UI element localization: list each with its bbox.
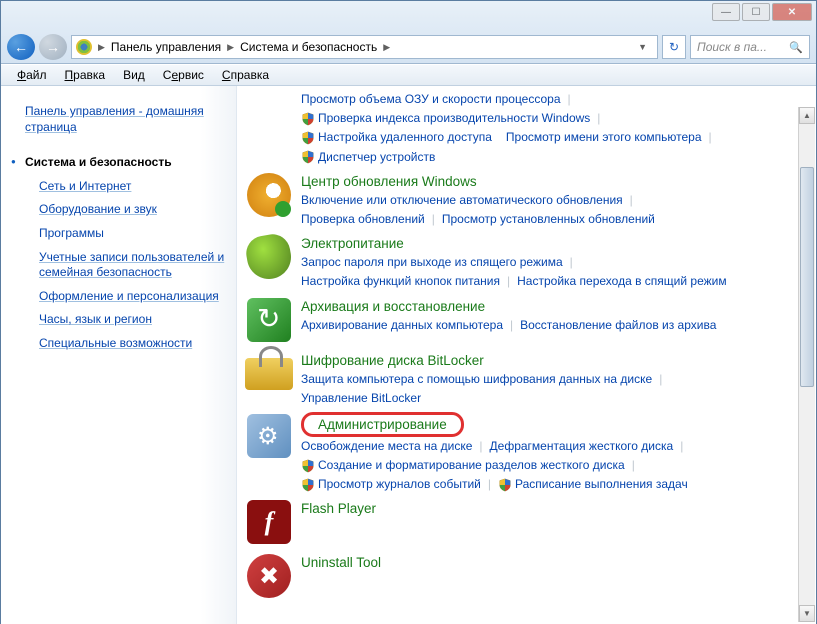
link-computer-name[interactable]: Просмотр имени этого компьютера bbox=[506, 128, 702, 147]
maximize-button[interactable] bbox=[742, 3, 770, 21]
search-input[interactable]: Поиск в па... bbox=[690, 35, 810, 59]
forward-button[interactable]: → bbox=[39, 34, 67, 60]
menu-edit[interactable]: Правка bbox=[57, 66, 114, 84]
menu-view[interactable]: Вид bbox=[115, 66, 153, 84]
section-bitlocker[interactable]: Шифрование диска BitLocker bbox=[301, 350, 484, 370]
link-auto-update[interactable]: Включение или отключение автоматического… bbox=[301, 191, 623, 210]
refresh-button[interactable]: ↻ bbox=[662, 35, 686, 59]
link-device-manager[interactable]: Диспетчер устройств bbox=[318, 148, 435, 167]
section-windows-update[interactable]: Центр обновления Windows bbox=[301, 171, 477, 191]
power-icon bbox=[244, 232, 295, 283]
sidebar: Панель управления - домашняя страница Си… bbox=[1, 86, 237, 624]
breadcrumb-seg-current[interactable]: Система и безопасность bbox=[236, 40, 381, 54]
link-bitlocker-manage[interactable]: Управление BitLocker bbox=[301, 389, 421, 408]
link-performance-index[interactable]: Проверка индекса производительности Wind… bbox=[318, 109, 590, 128]
section-administration[interactable]: Администрирование bbox=[301, 412, 464, 437]
backup-icon bbox=[247, 298, 291, 342]
scrollbar[interactable]: ▲ ▼ bbox=[798, 107, 815, 622]
scroll-thumb[interactable] bbox=[800, 167, 814, 387]
chevron-right-icon[interactable]: ▶ bbox=[381, 42, 392, 53]
section-flash[interactable]: Flash Player bbox=[301, 498, 376, 518]
control-panel-window: ← → ▶ Панель управления ▶ Система и безо… bbox=[0, 0, 817, 624]
sidebar-home[interactable]: Панель управления - домашняя страница bbox=[25, 100, 228, 139]
menu-help[interactable]: Справка bbox=[214, 66, 277, 84]
link-remote-access[interactable]: Настройка удаленного доступа bbox=[318, 128, 492, 147]
minimize-button[interactable] bbox=[712, 3, 740, 21]
link-sleep-settings[interactable]: Настройка перехода в спящий режим bbox=[517, 272, 726, 291]
sidebar-item-programs[interactable]: Программы bbox=[39, 222, 228, 246]
link-password-wake[interactable]: Запрос пароля при выходе из спящего режи… bbox=[301, 253, 563, 272]
chevron-right-icon[interactable]: ▶ bbox=[225, 42, 236, 53]
link-bitlocker-protect[interactable]: Защита компьютера с помощью шифрования д… bbox=[301, 370, 652, 389]
section-power[interactable]: Электропитание bbox=[301, 233, 404, 253]
link-restore-files[interactable]: Восстановление файлов из архива bbox=[520, 316, 716, 335]
link-partitions[interactable]: Создание и форматирование разделов жестк… bbox=[318, 456, 625, 475]
titlebar bbox=[1, 1, 816, 31]
shield-icon bbox=[301, 459, 315, 473]
link-installed-updates[interactable]: Просмотр установленных обновлений bbox=[442, 210, 655, 229]
admin-tools-icon bbox=[247, 414, 291, 458]
main-panel: Просмотр объема ОЗУ и скорости процессор… bbox=[237, 86, 816, 624]
close-button[interactable] bbox=[772, 3, 812, 21]
menu-bar: Фdocument.currentScript.previousElementS… bbox=[1, 64, 816, 86]
menu-file[interactable]: Фdocument.currentScript.previousElementS… bbox=[9, 66, 55, 84]
link-backup-data[interactable]: Архивирование данных компьютера bbox=[301, 316, 503, 335]
sidebar-item-network[interactable]: Сеть и Интернет bbox=[39, 175, 228, 199]
breadcrumb-dropdown[interactable]: ▼ bbox=[632, 42, 653, 52]
scroll-down-button[interactable]: ▼ bbox=[799, 605, 815, 622]
sidebar-item-system-security[interactable]: Система и безопасность bbox=[25, 151, 228, 175]
link-check-updates[interactable]: Проверка обновлений bbox=[301, 210, 425, 229]
shield-icon bbox=[301, 112, 315, 126]
windows-update-icon bbox=[247, 173, 291, 217]
uninstall-icon: ✖ bbox=[247, 554, 291, 598]
sidebar-item-appearance[interactable]: Оформление и персонализация bbox=[39, 285, 228, 309]
sidebar-item-accessibility[interactable]: Специальные возможности bbox=[39, 332, 228, 356]
menu-tools[interactable]: Сервис bbox=[155, 66, 212, 84]
scroll-up-button[interactable]: ▲ bbox=[799, 107, 815, 124]
control-panel-icon bbox=[76, 39, 92, 55]
shield-icon bbox=[301, 150, 315, 164]
shield-icon bbox=[498, 478, 512, 492]
breadcrumb[interactable]: ▶ Панель управления ▶ Система и безопасн… bbox=[71, 35, 658, 59]
shield-icon bbox=[301, 478, 315, 492]
nav-bar: ← → ▶ Панель управления ▶ Система и безо… bbox=[1, 31, 816, 63]
sidebar-item-accounts[interactable]: Учетные записи пользователей и семейная … bbox=[39, 246, 228, 285]
link-defrag[interactable]: Дефрагментация жесткого диска bbox=[490, 437, 674, 456]
link-power-buttons[interactable]: Настройка функций кнопок питания bbox=[301, 272, 500, 291]
flash-icon: f bbox=[247, 500, 291, 544]
link-task-scheduler[interactable]: Расписание выполнения задач bbox=[515, 475, 688, 494]
chevron-right-icon[interactable]: ▶ bbox=[96, 42, 107, 53]
sidebar-item-clock[interactable]: Часы, язык и регион bbox=[39, 308, 228, 332]
link-event-logs[interactable]: Просмотр журналов событий bbox=[318, 475, 481, 494]
back-button[interactable]: ← bbox=[7, 34, 35, 60]
sidebar-item-hardware[interactable]: Оборудование и звук bbox=[39, 198, 228, 222]
section-backup[interactable]: Архивация и восстановление bbox=[301, 296, 485, 316]
breadcrumb-seg-root[interactable]: Панель управления bbox=[107, 40, 225, 54]
link-disk-cleanup[interactable]: Освобождение места на диске bbox=[301, 437, 472, 456]
link-ram-cpu[interactable]: Просмотр объема ОЗУ и скорости процессор… bbox=[301, 90, 561, 109]
bitlocker-icon bbox=[245, 358, 293, 390]
shield-icon bbox=[301, 131, 315, 145]
section-uninstall[interactable]: Uninstall Tool bbox=[301, 552, 381, 572]
